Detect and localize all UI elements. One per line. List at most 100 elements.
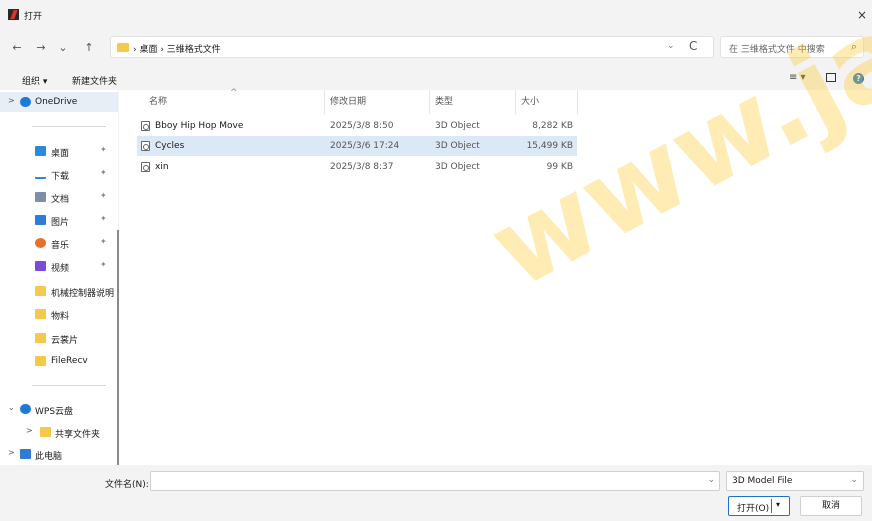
sidebar-item-documents[interactable]: 文档 ✦ xyxy=(0,187,118,207)
app-icon xyxy=(8,9,19,20)
sidebar-item-label: 音乐 xyxy=(51,241,70,251)
column-divider[interactable] xyxy=(429,90,430,114)
breadcrumb[interactable]: › 桌面 › 三维格式文件 xyxy=(133,42,221,55)
expand-arrow-icon[interactable]: > xyxy=(8,96,15,105)
close-button[interactable]: × xyxy=(852,4,872,26)
folder-icon xyxy=(35,309,46,319)
sidebar-item-label: 共享文件夹 xyxy=(55,430,101,440)
navigation-bar: ← → ⌄ ↑ › 桌面 › 三维格式文件 ⌄ C 在 三维格式文件 中搜索 ⌕ xyxy=(0,30,872,66)
sidebar-item-videos[interactable]: 视频 ✦ xyxy=(0,256,118,276)
pin-icon[interactable]: ✦ xyxy=(100,237,107,246)
sidebar-item-folder[interactable]: 物料 xyxy=(0,304,118,324)
open-button[interactable]: 打开(O) ▾ xyxy=(728,496,790,516)
cloud-icon xyxy=(20,404,31,414)
file-name: Bboy Hip Hop Move xyxy=(155,121,244,131)
sidebar-item-label: 文档 xyxy=(51,195,70,205)
new-folder-button[interactable]: 新建文件夹 xyxy=(72,74,117,87)
pin-icon[interactable]: ✦ xyxy=(100,145,107,154)
sidebar-item-music[interactable]: 音乐 ✦ xyxy=(0,233,118,253)
computer-icon xyxy=(20,449,31,459)
address-history-chevron-icon[interactable]: ⌄ xyxy=(667,41,675,51)
desktop-icon xyxy=(35,146,46,156)
file-type: 3D Object xyxy=(435,162,480,172)
expand-arrow-icon[interactable]: > xyxy=(8,448,15,457)
sidebar-item-label: 视频 xyxy=(51,264,70,274)
sidebar-item-label: 机械控制器说明 xyxy=(51,289,115,299)
sidebar-divider xyxy=(32,126,106,127)
sidebar-item-label: 物料 xyxy=(51,312,70,322)
sidebar-item-shared-folder[interactable]: > 共享文件夹 xyxy=(0,422,118,442)
sidebar-item-onedrive[interactable]: > OneDrive xyxy=(0,92,118,112)
title-bar: 打开 × xyxy=(0,0,872,30)
preview-pane-button[interactable] xyxy=(826,73,836,82)
sidebar-item-wps-cloud[interactable]: ⌄ WPS云盘 xyxy=(0,399,118,419)
filename-history-chevron-icon[interactable]: ⌄ xyxy=(707,475,715,485)
picture-icon xyxy=(35,215,46,225)
view-options-button[interactable]: ≡ ▾ xyxy=(789,72,806,83)
file-row[interactable]: xin 2025/3/8 8:37 3D Object 99 KB xyxy=(137,157,577,177)
refresh-button[interactable]: C xyxy=(689,39,697,53)
music-icon xyxy=(35,238,46,248)
sidebar-item-label: 图片 xyxy=(51,218,70,228)
file-type: 3D Object xyxy=(435,141,480,151)
sidebar-item-this-pc[interactable]: > 此电脑 xyxy=(0,444,118,464)
navigation-pane: > OneDrive 桌面 ✦ 下载 ✦ 文档 ✦ 图片 ✦ 音乐 ✦ 视频 ✦… xyxy=(0,90,119,486)
filename-label: 文件名(N): xyxy=(105,480,149,490)
sidebar-item-folder[interactable]: FileRecv xyxy=(0,351,118,371)
organize-menu[interactable]: 组织 ▾ xyxy=(22,74,47,87)
file-type-select[interactable]: 3D Model File ⌄ xyxy=(726,471,864,491)
sidebar-item-pictures[interactable]: 图片 ✦ xyxy=(0,210,118,230)
pin-icon[interactable]: ✦ xyxy=(100,168,107,177)
expand-arrow-icon[interactable]: ⌄ xyxy=(8,403,15,412)
chevron-down-icon: ⌄ xyxy=(850,475,858,485)
column-header-size[interactable]: 大小 xyxy=(521,94,539,107)
folder-icon xyxy=(35,286,46,296)
up-button[interactable]: ↑ xyxy=(80,39,98,57)
column-divider[interactable] xyxy=(515,90,516,114)
column-header-name[interactable]: 名称 xyxy=(149,94,167,107)
back-button[interactable]: ← xyxy=(8,39,26,57)
sidebar-item-label: FileRecv xyxy=(51,356,88,366)
filename-input[interactable]: ⌄ xyxy=(150,471,720,491)
folder-icon xyxy=(35,356,46,366)
pin-icon[interactable]: ✦ xyxy=(100,260,107,269)
open-options-dropdown-icon[interactable]: ▾ xyxy=(776,500,780,509)
sidebar-divider xyxy=(32,385,106,386)
command-bar: 组织 ▾ 新建文件夹 ≡ ▾ ? xyxy=(0,66,872,90)
cloud-icon xyxy=(20,97,31,107)
file-row-selected[interactable]: Cycles 2025/3/6 17:24 3D Object 15,499 K… xyxy=(137,136,577,156)
3d-object-file-icon xyxy=(141,141,150,151)
pin-icon[interactable]: ✦ xyxy=(100,191,107,200)
column-header-type[interactable]: 类型 xyxy=(435,94,453,107)
dialog-footer: 文件名(N): ⌄ 3D Model File ⌄ 打开(O) ▾ 取消 xyxy=(0,465,872,521)
address-bar[interactable]: › 桌面 › 三维格式文件 ⌄ C xyxy=(110,36,714,58)
help-button[interactable]: ? xyxy=(853,73,864,84)
column-divider[interactable] xyxy=(324,90,325,114)
sidebar-item-label: 桌面 xyxy=(51,149,70,159)
column-header-date[interactable]: 修改日期 xyxy=(330,94,366,107)
file-date: 2025/3/6 17:24 xyxy=(330,141,400,151)
file-date: 2025/3/8 8:37 xyxy=(330,162,394,172)
file-row[interactable]: Bboy Hip Hop Move 2025/3/8 8:50 3D Objec… xyxy=(137,116,577,136)
sidebar-item-folder[interactable]: 云裳片 xyxy=(0,328,118,348)
sidebar-item-label: 云裳片 xyxy=(51,336,79,346)
sidebar-item-folder[interactable]: 机械控制器说明 xyxy=(0,281,118,301)
cancel-button[interactable]: 取消 xyxy=(800,496,862,516)
shared-folder-icon xyxy=(40,427,51,437)
file-size: 15,499 KB xyxy=(526,141,573,151)
search-box[interactable]: 在 三维格式文件 中搜索 ⌕ xyxy=(720,36,864,58)
pin-icon[interactable]: ✦ xyxy=(100,214,107,223)
sidebar-item-label: 此电脑 xyxy=(35,452,63,462)
recent-locations-button[interactable]: ⌄ xyxy=(54,39,72,57)
column-divider[interactable] xyxy=(577,90,578,114)
sort-ascending-icon: ^ xyxy=(230,88,238,98)
sidebar-item-downloads[interactable]: 下载 ✦ xyxy=(0,164,118,184)
sidebar-item-desktop[interactable]: 桌面 ✦ xyxy=(0,141,118,161)
file-name: Cycles xyxy=(155,141,185,151)
file-date: 2025/3/8 8:50 xyxy=(330,121,394,131)
forward-button[interactable]: → xyxy=(32,39,50,57)
file-size: 8,282 KB xyxy=(532,121,573,131)
expand-arrow-icon[interactable]: > xyxy=(26,426,33,435)
file-type: 3D Object xyxy=(435,121,480,131)
download-icon xyxy=(35,169,46,179)
